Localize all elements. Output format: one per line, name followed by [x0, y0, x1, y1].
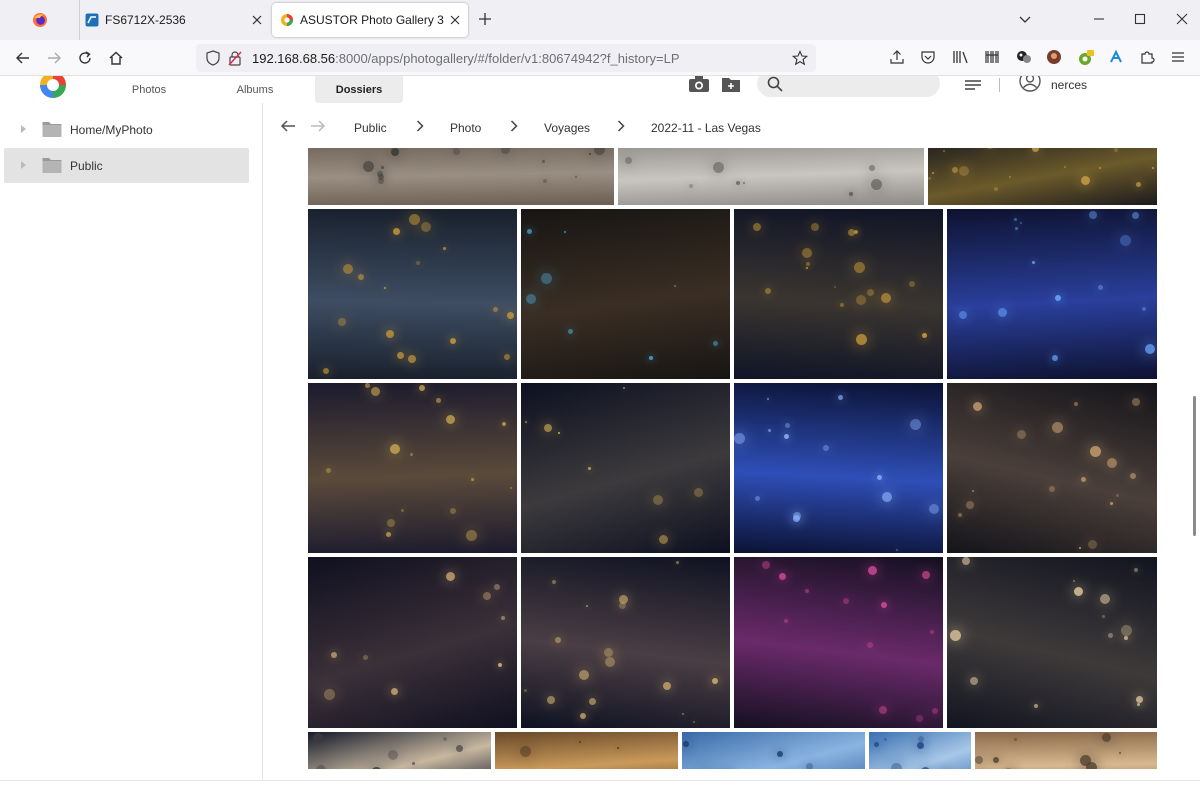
chevron-right-icon: [617, 120, 625, 132]
close-tab-icon[interactable]: [252, 15, 262, 25]
list-all-tabs-chevron-icon[interactable]: [1018, 12, 1032, 26]
save-to-pocket-share-icon[interactable]: [889, 49, 905, 65]
photo-thumbnail[interactable]: [308, 557, 517, 728]
photo-thumbnail[interactable]: [975, 732, 1157, 769]
photo-grid: [264, 148, 1178, 769]
nav-tab-photos[interactable]: Photos: [112, 76, 186, 103]
expand-caret-icon[interactable]: [20, 124, 28, 134]
search-input[interactable]: [757, 76, 940, 97]
header-divider: [999, 78, 1000, 92]
breadcrumb-voyages[interactable]: Voyages: [544, 121, 590, 135]
photo-gallery-favicon-icon: [280, 13, 294, 27]
breadcrumb-current-folder: 2022-11 - Las Vegas: [651, 121, 761, 135]
photo-thumbnail[interactable]: [928, 148, 1157, 205]
breadcrumb-public[interactable]: Public: [354, 121, 387, 135]
firefox-icon: [32, 12, 48, 28]
maximize-icon[interactable]: [1133, 12, 1147, 26]
user-name[interactable]: nerces: [1051, 78, 1087, 92]
tree-item-label: Public: [70, 158, 103, 173]
photo-thumbnail[interactable]: [521, 209, 730, 379]
photo-thumbnail[interactable]: [947, 557, 1157, 728]
extension-badge-icon[interactable]: [1077, 49, 1095, 67]
photo-thumbnail[interactable]: [947, 383, 1157, 553]
window-bottom-edge: [0, 780, 1200, 796]
photo-thumbnail[interactable]: [734, 209, 943, 379]
folder-forward-arrow-icon[interactable]: [310, 119, 326, 133]
firefox-view-tab[interactable]: [0, 0, 80, 40]
add-folder-icon[interactable]: [721, 76, 741, 92]
camera-upload-icon[interactable]: [688, 76, 710, 92]
photo-thumbnail[interactable]: [947, 209, 1157, 379]
photo-thumbnail[interactable]: [521, 383, 730, 553]
address-bar[interactable]: 192.168.68.56:8000/apps/photogallery/#/f…: [196, 44, 816, 72]
window-close-icon[interactable]: [1175, 12, 1189, 26]
photo-thumbnail[interactable]: [308, 383, 517, 553]
photo-thumbnail[interactable]: [308, 732, 491, 769]
extension-circles-icon[interactable]: [1015, 49, 1033, 65]
photo-thumbnail[interactable]: [734, 557, 943, 728]
folder-back-arrow-icon[interactable]: [280, 119, 296, 133]
expand-caret-icon[interactable]: [20, 160, 28, 170]
tree-item-home-myphoto[interactable]: Home/MyPhoto: [4, 112, 249, 147]
extension-barcode-icon[interactable]: [984, 49, 1000, 65]
shield-icon[interactable]: [206, 50, 220, 66]
library-icon[interactable]: [952, 49, 970, 65]
app-header: Photos Albums Dossiers nerces: [0, 76, 1200, 103]
new-tab-icon[interactable]: [476, 10, 494, 28]
reload-icon[interactable]: [76, 49, 94, 67]
chevron-right-icon: [510, 120, 518, 132]
forward-arrow-icon[interactable]: [45, 49, 63, 67]
browser-toolbar: 192.168.68.56:8000/apps/photogallery/#/f…: [0, 40, 1200, 76]
photo-thumbnail[interactable]: [618, 148, 924, 205]
user-avatar-icon[interactable]: [1019, 76, 1041, 92]
bookmark-star-icon[interactable]: [792, 50, 808, 66]
tree-item-label: Home/MyPhoto: [70, 122, 153, 137]
tab-photo-gallery[interactable]: ASUSTOR Photo Gallery 3: [272, 3, 468, 37]
tree-item-public[interactable]: Public: [4, 148, 249, 183]
nas-favicon-icon: [85, 13, 99, 27]
photo-thumbnail[interactable]: [521, 557, 730, 728]
photo-thumbnail[interactable]: [308, 148, 614, 205]
photo-thumbnail[interactable]: [869, 732, 971, 769]
scrollbar-thumb[interactable]: [1193, 396, 1196, 536]
nav-tab-albums[interactable]: Albums: [218, 76, 292, 103]
url-text[interactable]: 192.168.68.56:8000/apps/photogallery/#/f…: [252, 51, 680, 66]
tab-label: FS6712X-2536: [105, 13, 186, 27]
folder-tree-sidebar: Home/MyPhoto Public: [0, 103, 263, 780]
tab-fs6712x[interactable]: FS6712X-2536: [80, 0, 270, 40]
home-icon[interactable]: [107, 49, 125, 67]
pocket-icon[interactable]: [920, 49, 936, 65]
nav-tab-dossiers[interactable]: Dossiers: [315, 76, 403, 103]
close-tab-icon[interactable]: [450, 15, 460, 25]
tab-label: ASUSTOR Photo Gallery 3: [300, 13, 444, 27]
photo-thumbnail[interactable]: [495, 732, 678, 769]
url-host: 192.168.68.56: [252, 51, 336, 66]
photo-thumbnail[interactable]: [682, 732, 865, 769]
breadcrumb-photo[interactable]: Photo: [450, 121, 481, 135]
folder-icon: [42, 156, 62, 174]
folder-icon: [42, 120, 62, 138]
extensions-puzzle-icon[interactable]: [1139, 49, 1155, 65]
insecure-lock-icon[interactable]: [228, 50, 242, 66]
extension-sync-icon[interactable]: [1108, 49, 1124, 65]
url-path: :8000/apps/photogallery/#/folder/v1:8067…: [335, 51, 680, 66]
sort-menu-icon[interactable]: [964, 78, 982, 92]
extension-avatar-icon[interactable]: [1046, 49, 1062, 65]
chevron-right-icon: [416, 120, 424, 132]
breadcrumb: Public Photo Voyages 2022-11 - Las Vegas: [264, 103, 1200, 148]
search-icon: [767, 76, 783, 92]
minimize-icon[interactable]: [1092, 12, 1106, 26]
scrollbar[interactable]: [1188, 103, 1200, 780]
photo-gallery-logo-icon[interactable]: [38, 76, 68, 100]
menu-hamburger-icon[interactable]: [1170, 49, 1186, 65]
photo-thumbnail[interactable]: [734, 383, 943, 553]
browser-tab-strip: FS6712X-2536 ASUSTOR Photo Gallery 3: [0, 0, 1200, 40]
photo-thumbnail[interactable]: [308, 209, 517, 379]
back-arrow-icon[interactable]: [14, 49, 32, 67]
